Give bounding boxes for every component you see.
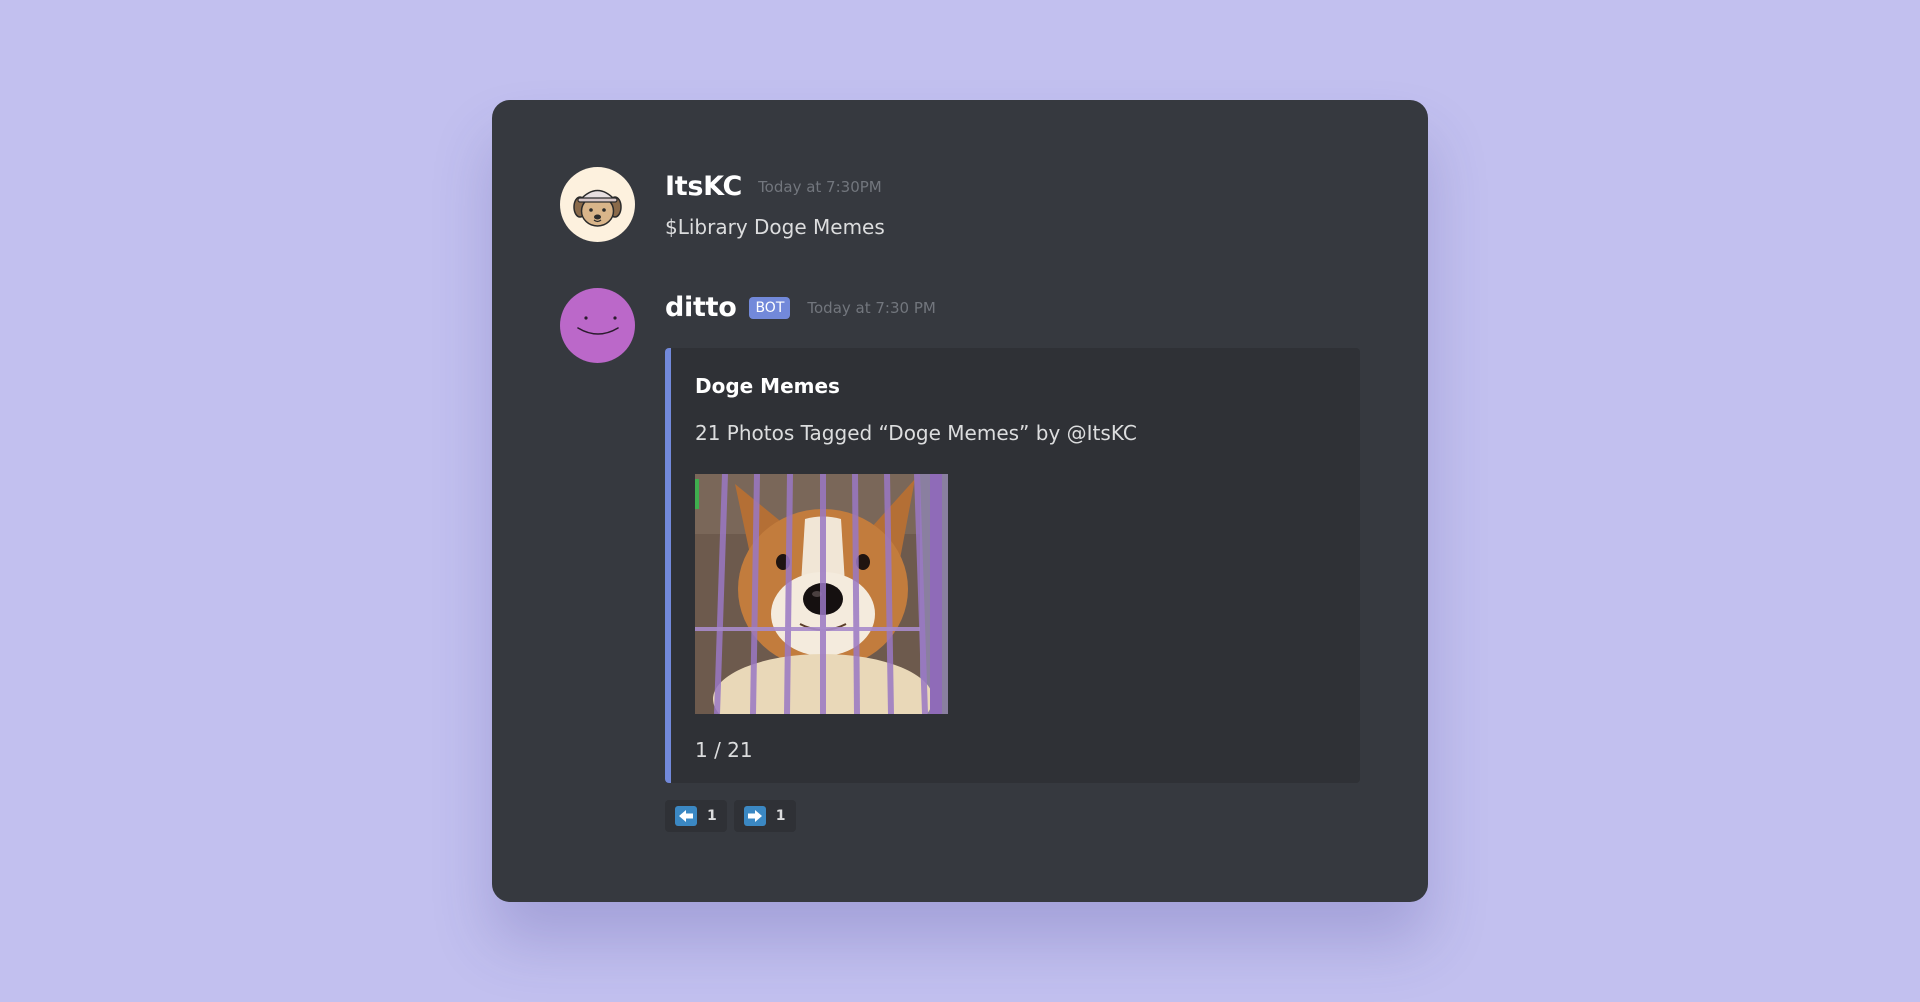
user-avatar[interactable] [560, 167, 635, 242]
bot-avatar[interactable] [560, 288, 635, 363]
ditto-face-avatar-icon [577, 316, 619, 335]
right-arrow-icon [743, 806, 766, 826]
reaction-right-arrow[interactable]: 1 [733, 800, 796, 832]
timestamp: Today at 7:30PM [758, 177, 882, 196]
message-header: ItsKC Today at 7:30PM [665, 171, 882, 202]
timestamp: Today at 7:30 PM [807, 298, 936, 317]
corgi-in-cage-image-icon [695, 474, 948, 714]
username[interactable]: ditto [665, 292, 737, 323]
dog-with-cap-avatar-icon [573, 189, 622, 227]
chat-card: ItsKC Today at 7:30PM $Library Doge Meme… [492, 100, 1428, 902]
reaction-count: 1 [775, 808, 786, 824]
embed: Doge Memes 21 Photos Tagged “Doge Memes”… [665, 348, 1360, 783]
reactions: 1 1 [665, 800, 796, 832]
embed-description: 21 Photos Tagged “Doge Memes” by @ItsKC [695, 421, 1137, 445]
message-header: ditto BOT Today at 7:30 PM [665, 292, 936, 323]
left-arrow-icon [675, 806, 697, 826]
message-content: $Library Doge Memes [665, 215, 885, 239]
embed-footer: 1 / 21 [695, 738, 753, 762]
embed-image[interactable] [695, 474, 948, 714]
reaction-left-arrow[interactable]: 1 [665, 800, 727, 832]
bot-tag: BOT [749, 296, 791, 319]
embed-title: Doge Memes [695, 374, 840, 398]
reaction-count: 1 [707, 808, 717, 824]
username[interactable]: ItsKC [665, 171, 742, 202]
